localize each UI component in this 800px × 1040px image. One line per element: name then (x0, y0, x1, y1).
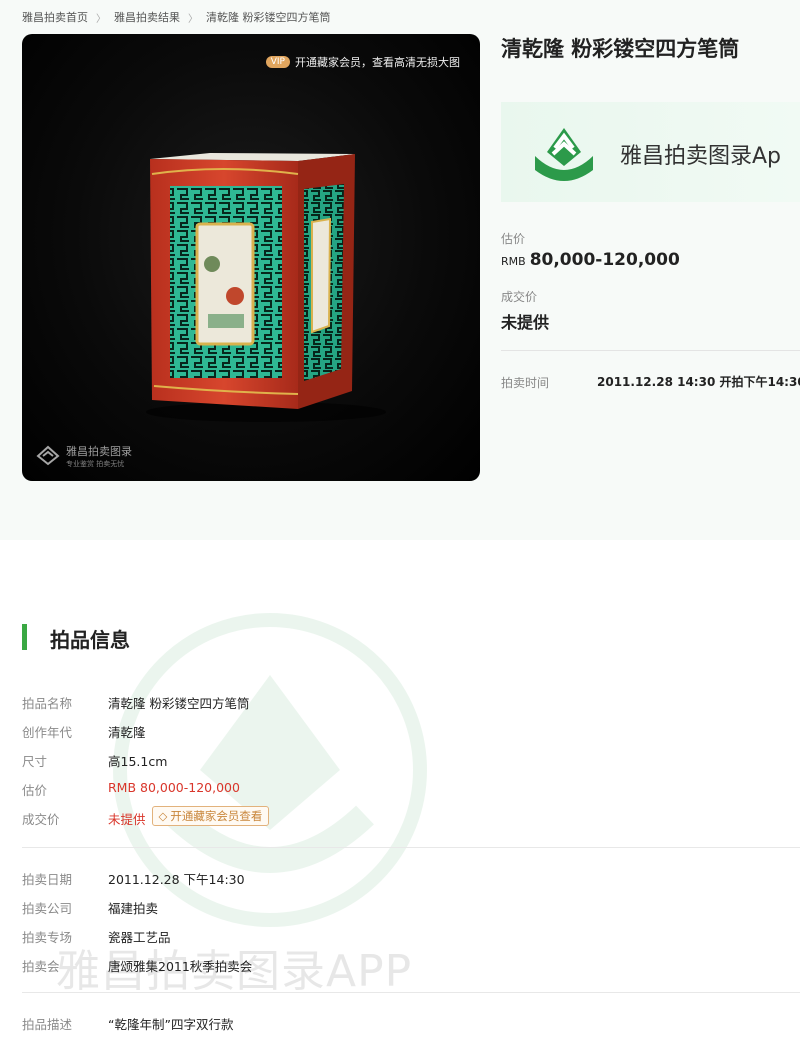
chevron-right-icon: 〉 (188, 13, 198, 25)
estimate-currency: RMB (501, 255, 526, 268)
info-key: 成交价 (22, 812, 60, 827)
info-row-name: 拍品名称 清乾隆 粉彩镂空四方笔筒 (22, 693, 249, 712)
vip-view-button[interactable]: ◇ 开通藏家会员查看 (151, 806, 270, 826)
brush-pot-image (146, 153, 386, 422)
lot-title: 清乾隆 粉彩镂空四方笔筒 (501, 37, 740, 61)
vip-view-button-label: 开通藏家会员查看 (170, 809, 263, 823)
app-banner[interactable]: 雅昌拍卖图录Ap (501, 102, 800, 202)
divider (22, 847, 800, 848)
info-key: 创作年代 (22, 725, 73, 740)
info-key: 估价 (22, 783, 48, 798)
info-value: 未提供 (108, 812, 146, 827)
info-key: 拍卖公司 (22, 901, 73, 916)
watermark-subtext: 专业鉴赏 拍卖无忧 (66, 460, 125, 468)
breadcrumb-current: 清乾隆 粉彩镂空四方笔筒 (206, 11, 331, 24)
breadcrumb-results[interactable]: 雅昌拍卖结果 (114, 9, 180, 25)
deal-price-value: 未提供 (501, 313, 550, 332)
yachang-logo-icon (535, 128, 593, 181)
divider (501, 350, 800, 351)
info-value: “乾隆年制”四字双行款 (108, 1017, 234, 1032)
info-value: 清乾隆 (108, 725, 146, 740)
info-row-size: 尺寸 高15.1cm (22, 751, 167, 770)
info-key: 拍卖专场 (22, 930, 73, 945)
auction-time-value: 2011.12.28 14:30 开拍下午14:30 (597, 375, 800, 389)
lot-info-section: 雅昌拍卖图录APP 拍品信息 拍品名称 清乾隆 粉彩镂空四方笔筒 创作年代 清乾… (0, 540, 800, 1040)
yachang-logo-icon (36, 445, 60, 465)
info-value: 唐颂雅集2011秋季拍卖会 (108, 959, 253, 974)
info-value: 福建拍卖 (108, 901, 159, 916)
info-value: 2011.12.28 下午14:30 (108, 872, 245, 887)
section-title: 拍品信息 (50, 628, 130, 652)
breadcrumb: 雅昌拍卖首页 〉 雅昌拍卖结果 〉 清乾隆 粉彩镂空四方笔筒 (22, 9, 331, 25)
info-value: 清乾隆 粉彩镂空四方笔筒 (108, 696, 250, 711)
info-row-date: 拍卖日期 2011.12.28 下午14:30 (22, 869, 245, 888)
estimate-amount: 80,000-120,000 (529, 250, 680, 270)
watermark-text: 雅昌拍卖图录 (66, 445, 132, 458)
diamond-icon: ◇ (158, 809, 168, 823)
info-key: 拍品描述 (22, 1017, 73, 1032)
info-row-company: 拍卖公司 福建拍卖 (22, 898, 158, 917)
divider (22, 992, 800, 993)
info-value: 高15.1cm (108, 754, 168, 769)
auction-time-label: 拍卖时间 (501, 376, 550, 390)
deal-price-label: 成交价 (501, 290, 538, 304)
breadcrumb-home[interactable]: 雅昌拍卖首页 (22, 9, 88, 25)
info-row-estimate: 估价 RMB 80,000-120,000 (22, 780, 240, 799)
info-row-era: 创作年代 清乾隆 (22, 722, 146, 741)
estimate-value: RMB 80,000-120,000 (501, 250, 680, 270)
info-row-deal: 成交价 未提供 ◇ 开通藏家会员查看 (22, 806, 270, 829)
lot-image[interactable]: VIP 开通藏家会员，查看高清无损大图 雅昌拍卖图录 专业鉴赏 拍卖无忧 (22, 34, 480, 481)
info-key: 拍卖日期 (22, 872, 73, 887)
top-area: 雅昌拍卖首页 〉 雅昌拍卖结果 〉 清乾隆 粉彩镂空四方笔筒 VIP 开通藏家会… (0, 0, 800, 540)
info-key: 拍品名称 (22, 696, 73, 711)
chevron-right-icon: 〉 (96, 13, 106, 25)
info-row-special: 拍卖专场 瓷器工艺品 (22, 927, 171, 946)
info-row-sale: 拍卖会 唐颂雅集2011秋季拍卖会 (22, 956, 252, 975)
section-accent-bar (22, 624, 27, 650)
banner-text: 雅昌拍卖图录Ap (620, 144, 782, 169)
estimate-label: 估价 (501, 232, 526, 246)
info-value: RMB 80,000-120,000 (108, 780, 240, 795)
info-key: 拍卖会 (22, 959, 60, 974)
photo-watermark: 雅昌拍卖图录 专业鉴赏 拍卖无忧 (36, 440, 132, 469)
info-value: 瓷器工艺品 (108, 930, 171, 945)
info-row-description: 拍品描述 “乾隆年制”四字双行款 (22, 1014, 233, 1033)
info-key: 尺寸 (22, 754, 48, 769)
